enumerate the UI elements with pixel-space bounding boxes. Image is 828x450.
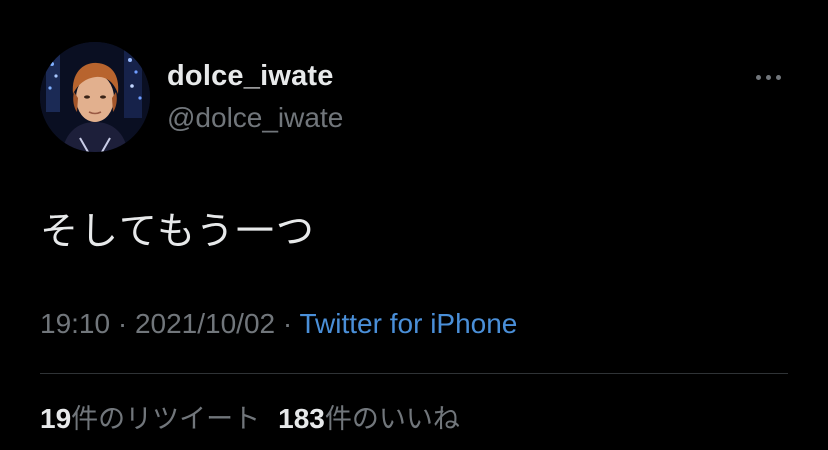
profile-photo-image <box>40 42 150 152</box>
meta-separator: · <box>282 308 300 339</box>
meta-separator: · <box>117 308 135 339</box>
tweet-text: そしてもう一つ <box>40 209 316 253</box>
tweet-detail: dolce_iwate @dolce_iwate そしてもう一つ 19:10 ·… <box>0 0 828 450</box>
like-count: 183 <box>278 403 325 434</box>
more-dot <box>775 74 781 80</box>
retweet-count-link[interactable]: 19件のリツイート <box>40 403 261 435</box>
display-name[interactable]: dolce_iwate <box>167 60 334 93</box>
tweet-source-link[interactable]: Twitter for iPhone <box>300 308 518 339</box>
retweet-count: 19 <box>40 403 72 434</box>
like-label: 件のいいね <box>324 404 460 435</box>
retweet-label: 件のリツイート <box>71 404 261 435</box>
more-dot <box>765 74 771 80</box>
tweet-stats: 19件のリツイート 183件のいいね <box>40 397 460 436</box>
user-handle[interactable]: @dolce_iwate <box>167 102 343 134</box>
more-dot <box>755 74 761 80</box>
like-count-link[interactable]: 183件のいいね <box>278 403 460 435</box>
divider <box>40 373 788 374</box>
tweet-metadata: 19:10 · 2021/10/02 · Twitter for iPhone <box>40 308 517 340</box>
more-horizontal-icon[interactable] <box>748 62 788 92</box>
tweet-time[interactable]: 19:10 <box>40 308 110 339</box>
tweet-date[interactable]: 2021/10/02 <box>135 308 275 339</box>
avatar[interactable] <box>40 42 150 152</box>
